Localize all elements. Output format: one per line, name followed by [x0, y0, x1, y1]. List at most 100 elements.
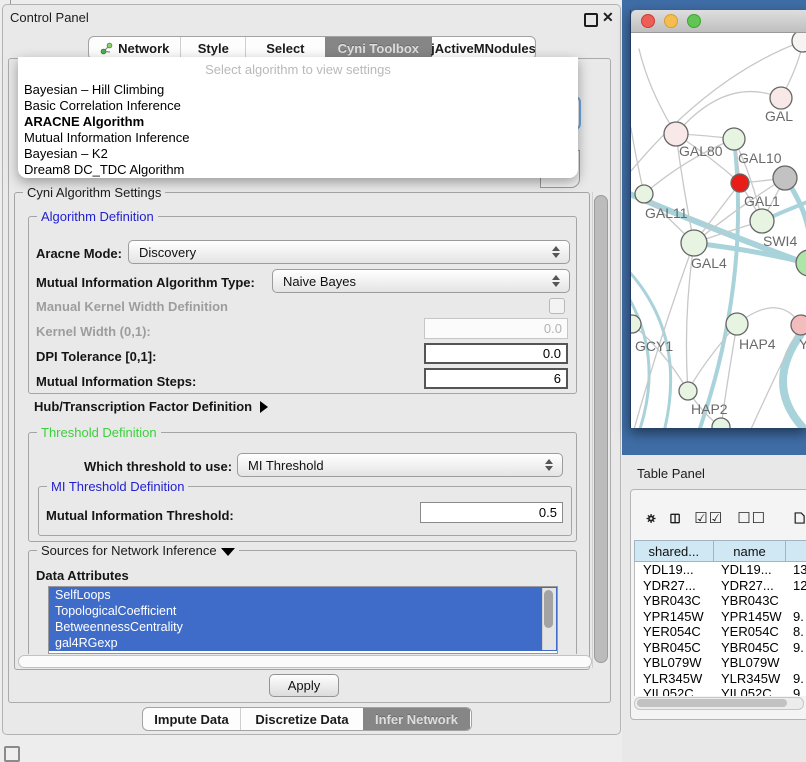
algorithm-option[interactable]: Mutual Information Inference [18, 130, 578, 146]
column-header-name[interactable]: name [714, 541, 787, 561]
tab-network[interactable]: Network [89, 37, 180, 59]
node-gcy1-label: GCY1 [635, 338, 673, 354]
table-row[interactable]: YBL079WYBL079W [635, 655, 806, 671]
table-cell: 9. [785, 686, 806, 696]
gear-icon[interactable] [646, 510, 656, 527]
table-row[interactable]: YBR045CYBR045C9. [635, 640, 806, 656]
settings-scrollbar-thumb[interactable] [594, 195, 608, 663]
mi-steps-field[interactable] [424, 368, 568, 389]
document-icon[interactable] [794, 508, 806, 528]
algorithm-option[interactable]: Bayesian – K2 [18, 146, 578, 162]
zoom-green-icon[interactable] [687, 14, 701, 28]
algorithm-option[interactable]: ARACNE Algorithm [18, 114, 578, 130]
attr-list-scrollbar-thumb[interactable] [544, 590, 553, 628]
column-header-partial[interactable]: A [786, 541, 806, 561]
network-window-titlebar[interactable] [631, 10, 806, 33]
table-row[interactable]: YDL19...YDL19...13 [635, 562, 806, 578]
attribute-list-item[interactable]: SelfLoops [49, 587, 557, 603]
kernel-width-label: Kernel Width (0,1): [36, 324, 151, 339]
table-cell: 12 [785, 578, 806, 593]
float-window-icon[interactable] [584, 13, 598, 27]
aracne-mode-select[interactable]: Discovery [128, 240, 570, 264]
attribute-list-item[interactable]: gal4RGexp [49, 635, 557, 651]
close-red-icon[interactable] [641, 14, 655, 28]
node-gal10-label: GAL10 [738, 150, 782, 166]
column-header-shared-name[interactable]: shared... [635, 541, 714, 561]
tab-impute-data[interactable]: Impute Data [143, 708, 240, 730]
node-hap4-label: HAP4 [739, 336, 776, 352]
settings-hscrollbar[interactable] [18, 655, 592, 668]
spinner-icon [547, 275, 569, 287]
table-cell: 9. [785, 609, 806, 624]
algorithm-option[interactable]: Basic Correlation Inference [18, 98, 578, 114]
network-edge[interactable] [631, 128, 644, 194]
node-gal4-label: GAL4 [691, 255, 727, 271]
algorithm-option[interactable]: Dream8 DC_TDC Algorithm [18, 162, 578, 178]
table-row[interactable]: YBR043CYBR043C [635, 593, 806, 609]
mi-threshold-field[interactable] [420, 502, 563, 523]
data-attributes-label: Data Attributes [36, 568, 129, 583]
attribute-list-item[interactable]: TopologicalCoefficient [49, 603, 557, 619]
table-cell: YBL079W [635, 655, 713, 670]
node-hap2[interactable] [679, 382, 697, 400]
tab-select[interactable]: Select [245, 37, 325, 59]
which-threshold-select[interactable]: MI Threshold [237, 453, 563, 477]
which-threshold-value: MI Threshold [238, 458, 540, 473]
table-row[interactable]: YIL052CYIL052C9. [635, 686, 806, 696]
table-row[interactable]: YLR345WYLR345W9. [635, 671, 806, 687]
control-panel-title: Control Panel [10, 10, 89, 25]
network-canvas[interactable]: GALGAL80GAL10GAL1GAL11GAL4SWI4GCY1HAP4YH… [631, 33, 806, 428]
unchecked-pair-icon[interactable]: ☐☐ [737, 509, 766, 527]
tab-jactivemnodules[interactable]: jActiveMNodules [432, 37, 535, 59]
collapsed-panel-icon[interactable] [4, 746, 20, 762]
checked-pair-icon[interactable]: ☑☑ [694, 509, 723, 527]
table-cell: 9. [785, 671, 806, 686]
tab-cyni-toolbox-label: Cyni Toolbox [338, 41, 419, 56]
node-partial-bottom[interactable] [712, 418, 730, 428]
node-red[interactable] [731, 174, 749, 192]
node-swi4[interactable] [796, 250, 806, 276]
aracne-mode-label: Aracne Mode: [36, 246, 122, 261]
node-gray[interactable] [773, 166, 797, 190]
node-gal4[interactable] [681, 230, 707, 256]
tab-cyni-toolbox[interactable]: Cyni Toolbox [325, 37, 432, 59]
kernel-width-field[interactable] [424, 318, 568, 339]
node-pink-right[interactable] [791, 315, 806, 335]
node-hap4[interactable] [726, 313, 748, 335]
node-gal11[interactable] [635, 185, 653, 203]
table-row[interactable]: YPR145WYPR145W9. [635, 609, 806, 625]
table-cell: YBR043C [713, 593, 785, 608]
network-view-window: GALGAL80GAL10GAL1GAL11GAL4SWI4GCY1HAP4YH… [630, 10, 806, 428]
split-columns-icon[interactable] [670, 510, 680, 527]
aracne-mode-value: Discovery [129, 245, 547, 260]
tab-network-label: Network [118, 41, 169, 56]
attribute-list-item[interactable]: BetweennessCentrality [49, 619, 557, 635]
mi-type-select[interactable]: Naive Bayes [272, 269, 570, 293]
node-gal-partial[interactable] [770, 87, 792, 109]
table-hscrollbar-thumb[interactable] [637, 699, 787, 707]
hub-definition-expander[interactable]: Hub/Transcription Factor Definition [34, 399, 268, 414]
tab-style[interactable]: Style [180, 37, 245, 59]
minimize-yellow-icon[interactable] [664, 14, 678, 28]
tab-discretize-data-label: Discretize Data [255, 712, 348, 727]
dpi-tolerance-field[interactable] [424, 343, 568, 364]
algorithm-option[interactable]: Bayesian – Hill Climbing [18, 82, 578, 98]
node-partial-top[interactable] [792, 33, 806, 52]
node-gal11-label: GAL11 [645, 205, 688, 221]
tab-discretize-data[interactable]: Discretize Data [240, 708, 363, 730]
network-edge[interactable] [632, 324, 688, 391]
hub-definition-label: Hub/Transcription Factor Definition [34, 399, 252, 414]
apply-button[interactable]: Apply [269, 674, 339, 697]
table-cell: 9. [785, 640, 806, 655]
network-edge[interactable] [639, 49, 676, 134]
close-icon[interactable]: ✕ [602, 9, 614, 26]
triangle-down-icon[interactable] [221, 548, 235, 556]
table-row[interactable]: YER054CYER054C8. [635, 624, 806, 640]
node-gal1[interactable] [750, 209, 774, 233]
table-cell: YER054C [713, 624, 785, 639]
tab-infer-network[interactable]: Infer Network [363, 708, 470, 730]
manual-kernel-checkbox[interactable] [549, 298, 565, 314]
mi-threshold-label: Mutual Information Threshold: [46, 508, 234, 523]
node-gal10[interactable] [723, 128, 745, 150]
table-row[interactable]: YDR27...YDR27...12 [635, 578, 806, 594]
